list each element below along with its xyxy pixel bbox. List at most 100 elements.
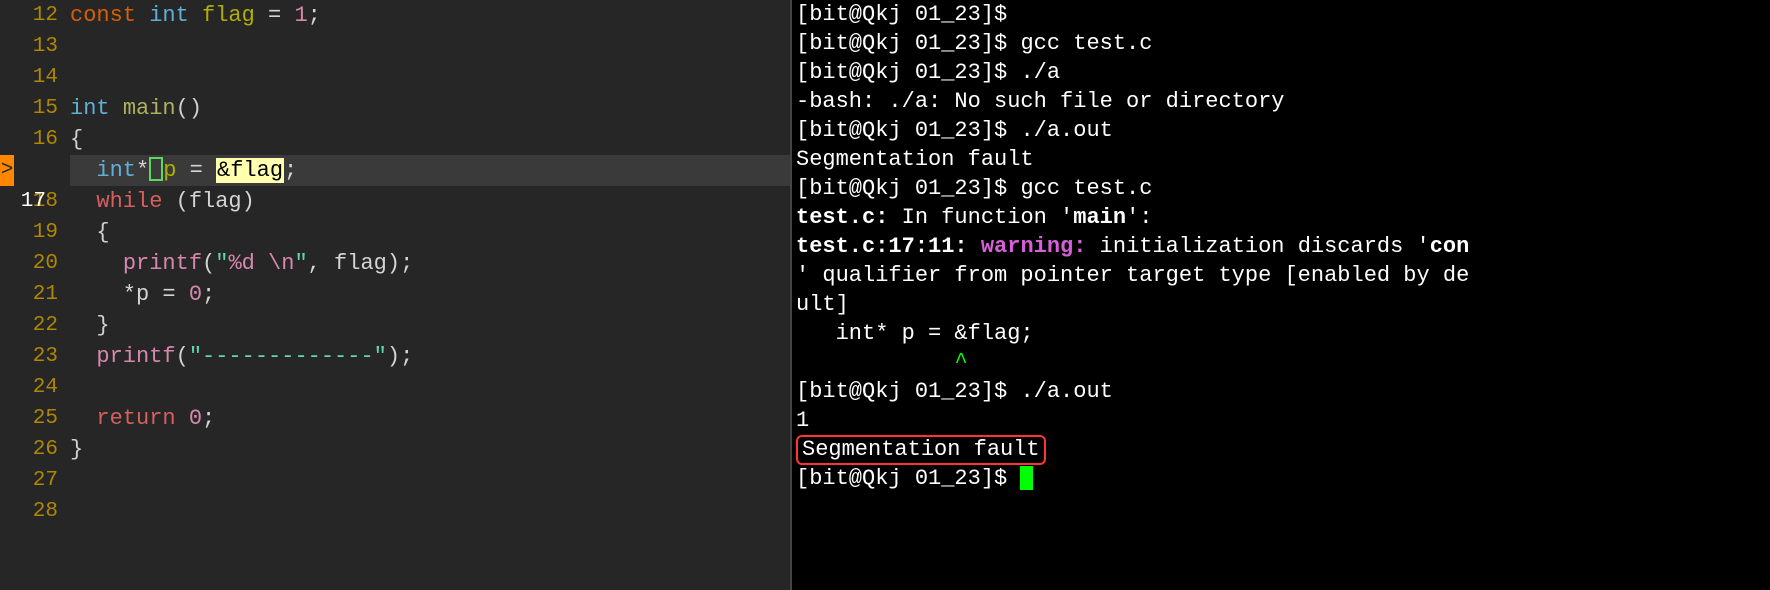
terminal-text: ult] [796, 292, 849, 317]
code-line[interactable]: 12const int flag = 1; [0, 0, 790, 31]
line-number-gutter: 22 [0, 310, 70, 341]
code-token: printf [96, 344, 175, 369]
code-content[interactable] [70, 62, 790, 93]
code-line[interactable]: 14 [0, 62, 790, 93]
code-line[interactable]: 25 return 0; [0, 403, 790, 434]
code-line[interactable]: 13 [0, 31, 790, 62]
code-line[interactable]: 16{ [0, 124, 790, 155]
line-number-gutter: 19 [0, 217, 70, 248]
terminal-text: gcc test.c [1020, 176, 1152, 201]
line-number-gutter: 26 [0, 434, 70, 465]
terminal-line: [bit@Qkj 01_23]$ ./a [796, 58, 1766, 87]
terminal-line: ult] [796, 290, 1766, 319]
terminal-line: int* p = &flag; [796, 319, 1766, 348]
code-token: const [70, 3, 149, 28]
text-cursor [149, 157, 163, 181]
code-content[interactable]: *p = 0; [70, 279, 790, 310]
code-token: flag [202, 3, 268, 28]
terminal-line: 1 [796, 406, 1766, 435]
code-line[interactable]: 19 { [0, 217, 790, 248]
terminal-line: ' qualifier from pointer target type [en… [796, 261, 1766, 290]
code-token [70, 158, 96, 183]
terminal-text: [bit@Qkj 01_23]$ [796, 466, 1020, 491]
code-token: " [294, 251, 307, 276]
code-token: ); [387, 344, 413, 369]
code-content[interactable] [70, 496, 790, 527]
code-line[interactable]: 15int main() [0, 93, 790, 124]
terminal-line: [bit@Qkj 01_23]$ ./a.out [796, 377, 1766, 406]
code-line[interactable]: 28 [0, 496, 790, 527]
code-content[interactable]: while (flag) [70, 186, 790, 217]
terminal-text: [bit@Qkj 01_23]$ [796, 2, 1020, 27]
line-number-gutter: 24 [0, 372, 70, 403]
line-number-gutter: 14 [0, 62, 70, 93]
code-content[interactable] [70, 372, 790, 403]
terminal-text: ': [1126, 205, 1152, 230]
terminal-text: test.c:17:11: [796, 234, 981, 259]
line-number-gutter: 23 [0, 341, 70, 372]
terminal-text: 1 [796, 408, 809, 433]
terminal-text: initialization discards ' [1086, 234, 1429, 259]
code-token: ; [202, 406, 215, 431]
line-number-gutter: 12 [0, 0, 70, 31]
code-line[interactable]: 18 while (flag) [0, 186, 790, 217]
terminal-text: ./a [1020, 60, 1060, 85]
terminal-text: [bit@Qkj 01_23]$ [796, 379, 1020, 404]
line-number-gutter: 20 [0, 248, 70, 279]
terminal-line: test.c:17:11: warning: initialization di… [796, 232, 1766, 261]
code-token: *p = [70, 282, 189, 307]
code-token: ( [176, 344, 189, 369]
code-editor-pane[interactable]: 12const int flag = 1;131415int main()16{… [0, 0, 790, 590]
code-line[interactable]: 23 printf("-------------"); [0, 341, 790, 372]
terminal-text: [bit@Qkj 01_23]$ [796, 31, 1020, 56]
code-content[interactable]: int main() [70, 93, 790, 124]
code-content[interactable]: } [70, 310, 790, 341]
code-content[interactable]: printf("%d \n", flag); [70, 248, 790, 279]
code-token: * [136, 158, 149, 183]
code-content[interactable] [70, 31, 790, 62]
code-line[interactable]: 22 } [0, 310, 790, 341]
terminal-text: ^ [954, 350, 967, 375]
code-content[interactable]: int*p = &flag; [70, 155, 790, 186]
terminal-line: Segmentation fault [796, 435, 1766, 464]
code-token: return [96, 406, 188, 431]
terminal-text: [bit@Qkj 01_23]$ [796, 176, 1020, 201]
terminal-text: ./a.out [1020, 379, 1112, 404]
code-token: 0 [189, 406, 202, 431]
code-token: (flag) [176, 189, 255, 214]
terminal-line: [bit@Qkj 01_23]$ gcc test.c [796, 174, 1766, 203]
terminal-pane[interactable]: [bit@Qkj 01_23]$ [bit@Qkj 01_23]$ gcc te… [790, 0, 1770, 590]
code-content[interactable]: { [70, 124, 790, 155]
terminal-text: Segmentation fault [796, 147, 1034, 172]
code-content[interactable]: } [70, 434, 790, 465]
code-line[interactable]: 20 printf("%d \n", flag); [0, 248, 790, 279]
code-line[interactable]: 21 *p = 0; [0, 279, 790, 310]
terminal-line: [bit@Qkj 01_23]$ [796, 0, 1766, 29]
code-token: int [149, 3, 202, 28]
code-content[interactable]: const int flag = 1; [70, 0, 790, 31]
terminal-text [796, 350, 954, 375]
code-token: } [70, 313, 110, 338]
code-content[interactable]: printf("-------------"); [70, 341, 790, 372]
terminal-text: In function ' [888, 205, 1073, 230]
terminal-text: warning: [981, 234, 1087, 259]
code-content[interactable]: { [70, 217, 790, 248]
code-token: p [163, 158, 189, 183]
code-token: ; [202, 282, 215, 307]
code-token: 0 [189, 282, 202, 307]
code-token: int [70, 96, 123, 121]
terminal-cursor [1020, 466, 1033, 490]
line-number-gutter: > 17 [0, 155, 70, 186]
code-token: %d \n [228, 251, 294, 276]
code-content[interactable] [70, 465, 790, 496]
code-line[interactable]: 26} [0, 434, 790, 465]
code-token: , flag); [308, 251, 414, 276]
code-line[interactable]: > 17 int*p = &flag; [0, 155, 790, 186]
line-number-gutter: 28 [0, 496, 70, 527]
code-line[interactable]: 24 [0, 372, 790, 403]
code-line[interactable]: 27 [0, 465, 790, 496]
code-token [70, 251, 123, 276]
code-content[interactable]: return 0; [70, 403, 790, 434]
code-token: int [96, 158, 136, 183]
terminal-text: test.c: [796, 205, 888, 230]
